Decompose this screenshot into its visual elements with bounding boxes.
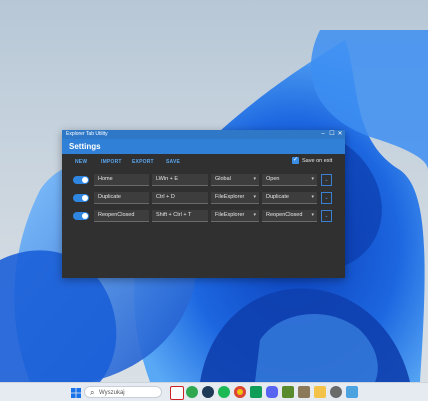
- expand-button[interactable]: ⌄: [321, 174, 332, 186]
- minimize-icon[interactable]: –: [319, 130, 327, 139]
- chevron-down-icon: ⌄: [324, 195, 329, 201]
- action-value: Open: [266, 176, 280, 182]
- expand-button[interactable]: ⌄: [321, 192, 332, 204]
- checkmark-icon: ✓: [292, 157, 299, 164]
- scope-value: FileExplorer: [215, 194, 245, 200]
- discord-icon[interactable]: [266, 386, 278, 398]
- steam-icon[interactable]: [170, 386, 184, 400]
- name-input[interactable]: ReopenClosed: [94, 210, 149, 222]
- enabled-toggle[interactable]: [73, 194, 89, 202]
- page-title: Settings: [69, 142, 101, 151]
- game-icon[interactable]: [250, 386, 262, 398]
- chevron-down-icon: ▾: [253, 212, 256, 218]
- name-input[interactable]: Home: [94, 174, 149, 186]
- save-on-exit-label: Save on exit: [302, 158, 333, 164]
- chevron-down-icon: ▾: [253, 194, 256, 200]
- hotkey-row: Duplicate Ctrl + D FileExplorer ▾ Duplica…: [62, 192, 345, 204]
- action-select[interactable]: Duplicate ▾: [262, 192, 317, 204]
- start-icon[interactable]: [70, 386, 82, 398]
- scope-select[interactable]: Global ▾: [211, 174, 259, 186]
- close-icon[interactable]: ✕: [336, 130, 344, 139]
- import-button[interactable]: IMPORT: [101, 159, 122, 165]
- enabled-toggle[interactable]: [73, 176, 89, 184]
- window-titlebar[interactable]: Explorer Tab Utility – ☐ ✕: [62, 130, 345, 139]
- expand-button[interactable]: ⌄: [321, 210, 332, 222]
- taskbar: ⌕ Wyszukaj: [0, 382, 428, 401]
- new-button[interactable]: NEW: [75, 159, 87, 165]
- chevron-down-icon: ▾: [311, 176, 314, 182]
- game-icon[interactable]: [298, 386, 310, 398]
- hotkey-input[interactable]: Shift + Ctrl + T: [152, 210, 208, 222]
- chevron-down-icon: ▾: [311, 194, 314, 200]
- scope-value: Global: [215, 176, 231, 182]
- action-select[interactable]: ReopenClosed ▾: [262, 210, 317, 222]
- scope-value: FileExplorer: [215, 212, 245, 218]
- action-value: Duplicate: [266, 194, 289, 200]
- maximize-icon[interactable]: ☐: [328, 130, 336, 139]
- scope-select[interactable]: FileExplorer ▾: [211, 192, 259, 204]
- scope-select[interactable]: FileExplorer ▾: [211, 210, 259, 222]
- action-select[interactable]: Open ▾: [262, 174, 317, 186]
- xbox-icon[interactable]: [186, 386, 198, 398]
- search-input[interactable]: ⌕ Wyszukaj: [84, 386, 162, 398]
- enabled-toggle[interactable]: [73, 212, 89, 220]
- minecraft-icon[interactable]: [282, 386, 294, 398]
- hotkey-row: Home LWin + E Global ▾ Open ▾ ⌄: [62, 174, 345, 186]
- settings-window: Explorer Tab Utility – ☐ ✕ Settings NEW …: [62, 130, 345, 278]
- chevron-down-icon: ▾: [253, 176, 256, 182]
- edge-icon[interactable]: [218, 386, 230, 398]
- export-button[interactable]: EXPORT: [132, 159, 154, 165]
- save-button[interactable]: SAVE: [166, 159, 180, 165]
- hotkey-row: ReopenClosed Shift + Ctrl + T FileExplor…: [62, 210, 345, 222]
- chevron-down-icon: ⌄: [324, 177, 329, 183]
- chevron-down-icon: ⌄: [324, 213, 329, 219]
- name-input[interactable]: Duplicate: [94, 192, 149, 204]
- window-title: Explorer Tab Utility: [66, 131, 108, 137]
- explorer-icon[interactable]: [314, 386, 326, 398]
- search-placeholder: Wyszukaj: [99, 390, 125, 396]
- chrome-icon[interactable]: [234, 386, 246, 398]
- hotkey-input[interactable]: LWin + E: [152, 174, 208, 186]
- spotify-icon[interactable]: [202, 386, 214, 398]
- search-icon: ⌕: [90, 388, 95, 397]
- hotkey-input[interactable]: Ctrl + D: [152, 192, 208, 204]
- photos-icon[interactable]: [346, 386, 358, 398]
- settings-icon[interactable]: [330, 386, 342, 398]
- chevron-down-icon: ▾: [311, 212, 314, 218]
- action-value: ReopenClosed: [266, 212, 303, 218]
- settings-header: Settings: [62, 139, 345, 154]
